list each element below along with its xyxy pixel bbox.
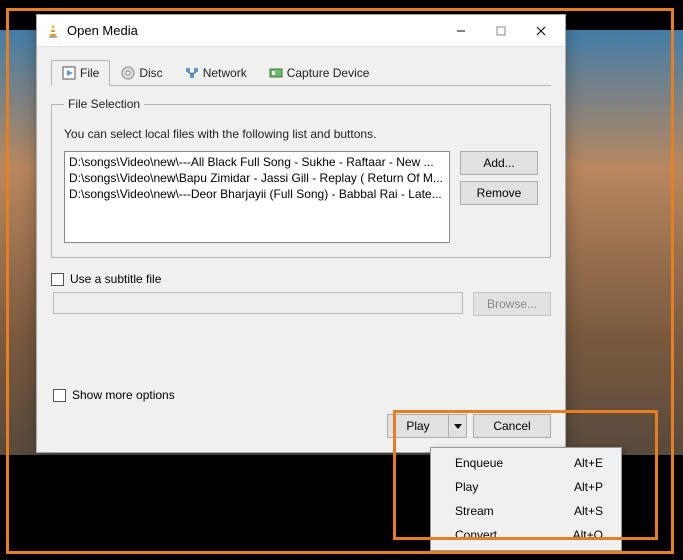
disc-icon — [121, 66, 135, 80]
menu-enqueue[interactable]: Enqueue Alt+E — [431, 451, 621, 475]
add-button[interactable]: Add... — [460, 151, 538, 175]
play-dropdown-menu: Enqueue Alt+E Play Alt+P Stream Alt+S Co… — [430, 447, 622, 551]
subtitle-label: Use a subtitle file — [70, 272, 161, 286]
menu-item-label: Play — [455, 480, 478, 494]
tab-capture[interactable]: Capture Device — [258, 60, 381, 85]
menu-item-shortcut: Alt+O — [573, 528, 603, 542]
menu-item-shortcut: Alt+S — [574, 504, 603, 518]
tab-file-label: File — [80, 66, 99, 80]
subtitle-path-input — [53, 292, 463, 314]
menu-item-shortcut: Alt+P — [574, 480, 603, 494]
menu-item-label: Enqueue — [455, 456, 503, 470]
remove-button[interactable]: Remove — [460, 181, 538, 205]
file-selection-help: You can select local files with the foll… — [64, 127, 538, 141]
play-button[interactable]: Play — [387, 414, 449, 438]
file-list[interactable]: D:\songs\Video\new\---All Black Full Son… — [64, 151, 450, 243]
list-item[interactable]: D:\songs\Video\new\Bapu Zimidar - Jassi … — [69, 170, 445, 186]
vlc-icon — [45, 23, 61, 39]
dialog-title: Open Media — [67, 23, 441, 38]
tab-file[interactable]: File — [51, 60, 110, 86]
tab-network[interactable]: Network — [174, 60, 258, 85]
list-item[interactable]: D:\songs\Video\new\---All Black Full Son… — [69, 154, 445, 170]
subtitle-checkbox[interactable] — [51, 273, 64, 286]
chevron-down-icon — [454, 424, 462, 429]
titlebar: Open Media — [37, 15, 565, 47]
menu-stream[interactable]: Stream Alt+S — [431, 499, 621, 523]
file-selection-group: File Selection You can select local file… — [51, 97, 551, 258]
network-icon — [185, 66, 199, 80]
play-dropdown-toggle[interactable] — [449, 414, 467, 438]
file-selection-legend: File Selection — [64, 97, 144, 111]
open-media-dialog: Open Media File Disc Network Capture Dev — [36, 14, 566, 453]
menu-play[interactable]: Play Alt+P — [431, 475, 621, 499]
menu-convert[interactable]: Convert Alt+O — [431, 523, 621, 547]
close-button[interactable] — [521, 17, 561, 45]
maximize-button[interactable] — [481, 17, 521, 45]
capture-icon — [269, 66, 283, 80]
menu-item-label: Convert — [455, 528, 497, 542]
list-item[interactable]: D:\songs\Video\new\---Deor Bharjayii (Fu… — [69, 186, 445, 202]
menu-item-shortcut: Alt+E — [574, 456, 603, 470]
browse-button: Browse... — [473, 292, 551, 316]
file-icon — [62, 66, 76, 80]
tab-capture-label: Capture Device — [287, 66, 370, 80]
show-more-label: Show more options — [72, 388, 175, 402]
tab-network-label: Network — [203, 66, 247, 80]
tabs: File Disc Network Capture Device — [51, 60, 551, 86]
tab-disc-label: Disc — [139, 66, 162, 80]
show-more-checkbox[interactable] — [53, 389, 66, 402]
cancel-button[interactable]: Cancel — [473, 414, 551, 438]
minimize-button[interactable] — [441, 17, 481, 45]
menu-item-label: Stream — [455, 504, 494, 518]
tab-disc[interactable]: Disc — [110, 60, 173, 85]
play-split-button[interactable]: Play — [387, 414, 467, 438]
